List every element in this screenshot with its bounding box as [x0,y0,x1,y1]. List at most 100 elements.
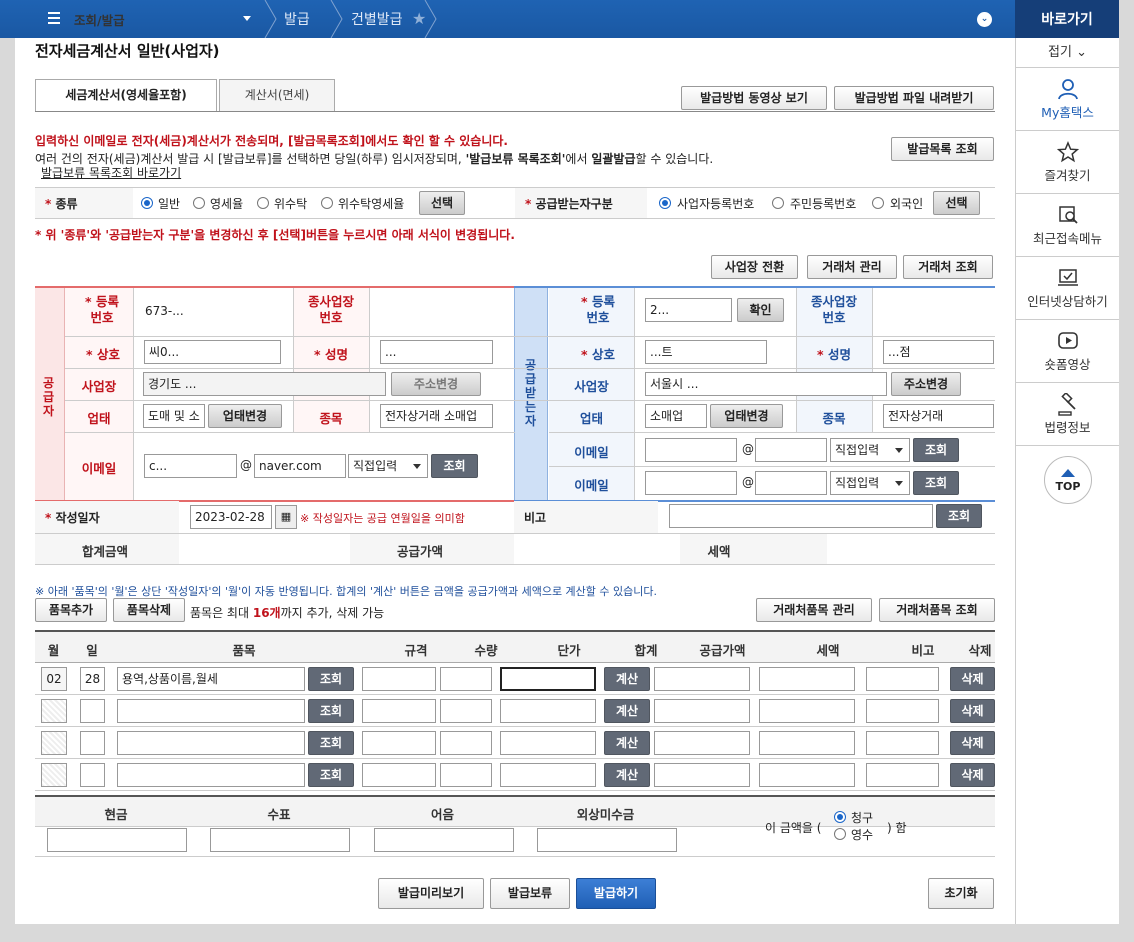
item-query-button[interactable]: 조회 [308,667,354,691]
supplier-email-domain-input[interactable]: naver.com [254,454,346,478]
item-spec-input[interactable] [362,731,436,755]
receiver-confirm-button[interactable]: 확인 [737,298,784,322]
kind-radio-general[interactable] [141,197,153,209]
remark-query-button[interactable]: 조회 [936,504,982,528]
item-spec-input[interactable] [362,763,436,787]
sidebar-item-my-hometax[interactable]: My홈택스 [1016,68,1119,131]
item-calc-button[interactable]: 계산 [604,699,650,723]
receiver-select-button[interactable]: 선택 [933,191,980,215]
supplier-email-query-button[interactable]: 조회 [431,454,478,478]
quick-link-header[interactable]: 바로가기 [1015,0,1119,38]
hold-list-link[interactable]: 발급보류 목록조회 바로가기 [41,164,181,181]
sidebar-item-recent-menu[interactable]: 최근접속메뉴 [1016,194,1119,257]
item-unit-price-input[interactable] [500,731,596,755]
item-delete-row-button[interactable]: 삭제 [950,667,995,691]
item-delete-button[interactable]: 품목삭제 [113,598,185,622]
receiver-email1-domain-input[interactable] [755,438,827,462]
file-download-button[interactable]: 발급방법 파일 내려받기 [834,86,994,110]
item-calc-button[interactable]: 계산 [604,763,650,787]
pay-radio-receipt[interactable] [834,828,846,840]
receiver-name-input[interactable]: ...트 [645,340,767,364]
item-query-button[interactable]: 조회 [308,699,354,723]
kind-radio-consign-zero[interactable] [321,197,333,209]
supplier-item-input[interactable]: 전자상거래 소매업 [380,404,493,428]
item-tax-input[interactable] [759,699,855,723]
receiver-email1-query-button[interactable]: 조회 [913,438,959,462]
receiver-addr-change-button[interactable]: 주소변경 [891,372,961,396]
item-supply-input[interactable] [654,763,750,787]
expand-circle-icon[interactable]: ⌄ [977,12,992,27]
item-day-input[interactable]: 28 [80,667,105,691]
item-spec-input[interactable] [362,699,436,723]
fold-button[interactable]: 접기 ⌄ [1016,38,1119,68]
supplier-addr-input[interactable]: 경기도 ... [143,372,386,396]
item-name-input[interactable]: 용역,상품이름,월세 [117,667,305,691]
supplier-biz-change-button[interactable]: 업태변경 [208,404,282,428]
item-query-button[interactable]: 조회 [308,731,354,755]
issue-button[interactable]: 발급하기 [576,878,656,909]
switch-business-button[interactable]: 사업장 전환 [711,255,798,279]
item-day-input[interactable] [80,763,105,787]
receiver-item-input[interactable]: 전자상거래 [883,404,994,428]
item-day-input[interactable] [80,699,105,723]
item-name-input[interactable] [117,731,305,755]
supplier-ceo-input[interactable]: ... [380,340,493,364]
pay-credit-input[interactable] [537,828,677,852]
sidebar-item-online-consult[interactable]: 인터넷상담하기 [1016,257,1119,320]
item-unit-price-input[interactable] [500,763,596,787]
item-remark-input[interactable] [866,763,939,787]
item-month-input[interactable] [41,699,67,723]
tab-invoice-exempt[interactable]: 계산서(면세) [219,79,335,112]
receiver-ceo-input[interactable]: ...점 [883,340,994,364]
sidebar-item-favorites[interactable]: 즐겨찾기 [1016,131,1119,194]
item-name-input[interactable] [117,763,305,787]
receiver-radio-foreigner[interactable] [872,197,884,209]
receiver-radio-business[interactable] [659,197,671,209]
item-month-input[interactable] [41,731,67,755]
remark-input[interactable] [669,504,933,528]
menu-dropdown[interactable]: 조회/발급 [0,0,268,38]
item-delete-row-button[interactable]: 삭제 [950,699,995,723]
calendar-icon[interactable]: ▦ [275,505,297,529]
client-item-manage-button[interactable]: 거래처품목 관리 [756,598,872,622]
item-calc-button[interactable]: 계산 [604,731,650,755]
item-remark-input[interactable] [866,731,939,755]
preview-button[interactable]: 발급미리보기 [378,878,484,909]
item-qty-input[interactable] [440,731,492,755]
receiver-email2-domain-input[interactable] [755,471,827,495]
item-remark-input[interactable] [866,667,939,691]
item-tax-input[interactable] [759,731,855,755]
receiver-reg-input[interactable]: 2... [645,298,732,322]
item-add-button[interactable]: 품목추가 [35,598,107,622]
pay-cash-input[interactable] [47,828,187,852]
supplier-biz-input[interactable]: 도매 및 소 [143,404,205,428]
scroll-top-button[interactable]: TOP [1044,456,1092,504]
receiver-biz-change-button[interactable]: 업태변경 [710,404,783,428]
sidebar-item-law-info[interactable]: 법령정보 [1016,383,1119,446]
supplier-addr-change-button[interactable]: 주소변경 [391,372,481,396]
pay-check-input[interactable] [210,828,350,852]
kind-radio-consign[interactable] [257,197,269,209]
supplier-email-id-input[interactable]: c... [144,454,237,478]
item-spec-input[interactable] [362,667,436,691]
tab-tax-invoice[interactable]: 세금계산서(영세율포함) [35,79,217,112]
receiver-email1-select[interactable]: 직접입력 [830,438,910,462]
item-name-input[interactable] [117,699,305,723]
kind-radio-zero-rate[interactable] [193,197,205,209]
item-query-button[interactable]: 조회 [308,763,354,787]
date-input[interactable]: 2023-02-28 [190,505,272,529]
receiver-email1-id-input[interactable] [645,438,737,462]
item-remark-input[interactable] [866,699,939,723]
item-qty-input[interactable] [440,699,492,723]
item-unit-price-input[interactable] [500,667,596,691]
receiver-addr-input[interactable]: 서울시 ... [645,372,887,396]
item-qty-input[interactable] [440,763,492,787]
supplier-email-select[interactable]: 직접입력 [348,454,428,478]
receiver-radio-resident[interactable] [772,197,784,209]
item-month-input[interactable]: 02 [41,667,67,691]
item-qty-input[interactable] [440,667,492,691]
receiver-email2-query-button[interactable]: 조회 [913,471,959,495]
item-tax-input[interactable] [759,763,855,787]
item-tax-input[interactable] [759,667,855,691]
pay-radio-claim[interactable] [834,811,846,823]
